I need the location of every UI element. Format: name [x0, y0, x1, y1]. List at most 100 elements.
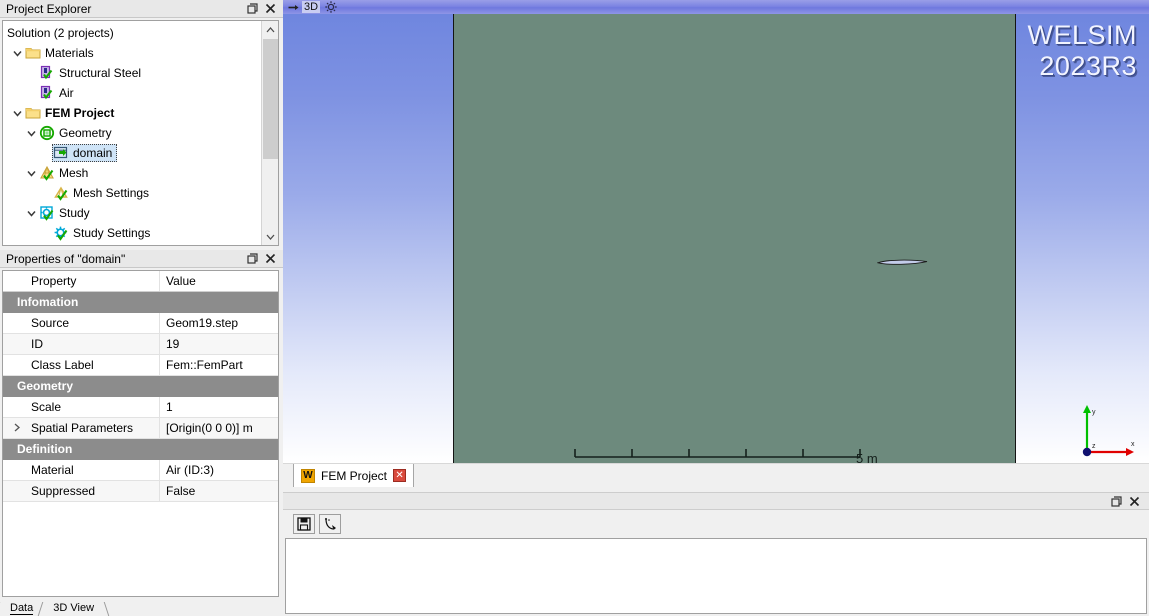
welsim-logo-icon: W [301, 468, 315, 483]
properties-group-label: Definition [3, 438, 278, 460]
properties-row[interactable]: Material Air (ID:3) [3, 459, 278, 481]
chevron-down-icon[interactable] [23, 205, 39, 221]
geometry-icon [39, 125, 55, 141]
properties-row-name: Scale [25, 396, 160, 418]
properties-row[interactable]: Class Label Fem::FemPart [3, 354, 278, 376]
tree-item-label: Study [59, 206, 90, 220]
properties-row[interactable]: Source Geom19.step [3, 312, 278, 334]
properties-row[interactable]: Suppressed False [3, 480, 278, 502]
properties-row-name: Material [25, 459, 160, 481]
tree-item-content[interactable]: Air [39, 85, 74, 101]
chevron-down-icon[interactable] [23, 165, 39, 181]
properties-row-value: Fem::FemPart [159, 354, 278, 376]
project-tree[interactable]: Solution (2 projects) Materials Structural… [3, 21, 261, 245]
pin-icon[interactable] [287, 1, 300, 13]
tree-item-structural-steel[interactable]: Structural Steel [3, 63, 261, 83]
tree-item-label: Air [59, 86, 74, 100]
tree-item-label: Mesh Settings [73, 186, 150, 200]
watermark-version: 2023R3 [1039, 51, 1137, 81]
close-icon[interactable] [261, 251, 279, 267]
3d-viewport[interactable]: WELSIM 2023R3 5 m x y z [283, 14, 1149, 463]
tree-item-content[interactable]: Mesh [39, 165, 88, 181]
material-icon [39, 65, 55, 81]
properties-row-value: [Origin(0 0 0)] m [159, 417, 278, 439]
project-tree-scrollbar[interactable] [261, 21, 278, 245]
tree-item-solution-2-projects[interactable]: Solution (2 projects) [3, 23, 261, 43]
tree-item-study-settings[interactable]: Study Settings [3, 223, 261, 243]
properties-row-name: Suppressed [25, 480, 160, 502]
scrollbar-thumb[interactable] [263, 39, 278, 159]
properties-row[interactable]: Spatial Parameters [Origin(0 0 0)] m [3, 417, 278, 439]
tree-item-materials[interactable]: Materials [3, 43, 261, 63]
left-tab-data[interactable]: Data [0, 602, 44, 616]
scroll-up-icon[interactable] [262, 21, 278, 38]
project-tab-strip: W FEM Project ✕ [283, 463, 1149, 488]
tree-item-content[interactable]: domain [52, 144, 118, 162]
tree-item-content[interactable]: FEM Project [25, 105, 114, 121]
chevron-down-icon[interactable] [9, 105, 25, 121]
left-panel-tabs: Data 3D View [0, 602, 283, 616]
left-dock-column: Project Explorer Solution (2 projects) Ma… [0, 0, 283, 616]
properties-group-label: Geometry [3, 375, 278, 397]
scroll-down-icon[interactable] [262, 228, 278, 245]
project-tab-fem-project[interactable]: W FEM Project ✕ [293, 464, 415, 488]
tree-item-label: Mesh [59, 166, 89, 180]
z-axis-origin [1082, 447, 1092, 457]
folder-icon [25, 45, 41, 61]
chevron-down-icon[interactable] [23, 125, 39, 141]
tree-item-domain[interactable]: domain [3, 143, 261, 163]
properties-expand-cell [3, 459, 25, 481]
z-axis-label: z [1092, 443, 1096, 450]
tree-item-label: FEM Project [45, 106, 115, 120]
tree-item-fem-project[interactable]: FEM Project [3, 103, 261, 123]
properties-row-name: Spatial Parameters [25, 417, 160, 439]
tree-item-air[interactable]: Air [3, 83, 261, 103]
properties-expand-cell [3, 312, 25, 334]
chevron-down-icon[interactable] [9, 45, 25, 61]
tree-item-content[interactable]: Study [39, 205, 90, 221]
properties-row[interactable]: ID 19 [3, 333, 278, 355]
tree-item-content[interactable]: Structural Steel [39, 65, 141, 81]
chevron-right-icon[interactable] [3, 417, 25, 439]
model-domain-face[interactable] [453, 14, 1016, 463]
close-icon[interactable] [261, 1, 279, 17]
properties-row-value: Geom19.step [159, 312, 278, 334]
tree-item-mesh-settings[interactable]: Mesh Settings [3, 183, 261, 203]
properties-panel: Properties of "domain" Property Value Info… [0, 250, 283, 602]
properties-header-value: Value [159, 271, 278, 292]
view-settings-icon[interactable] [323, 1, 338, 14]
properties-row[interactable]: Scale 1 [3, 396, 278, 418]
tree-item-mesh[interactable]: Mesh [3, 163, 261, 183]
tree-item-content[interactable]: Study Settings [53, 225, 150, 241]
restore-icon[interactable] [243, 1, 261, 17]
properties-expand-cell [3, 333, 25, 355]
properties-row-value: 19 [159, 333, 278, 355]
clear-icon[interactable] [319, 514, 341, 534]
left-tab-3d-view[interactable]: 3D View [43, 602, 105, 616]
tree-item-geometry[interactable]: Geometry [3, 123, 261, 143]
folder-icon [25, 105, 41, 121]
tree-item-content[interactable]: Geometry [39, 125, 112, 141]
welsim-main-window: Project Explorer Solution (2 projects) Ma… [0, 0, 1149, 616]
restore-icon[interactable] [243, 251, 261, 267]
study-settings-icon [53, 225, 69, 241]
mesh-icon [39, 165, 55, 181]
properties-group-row: Geometry [3, 375, 278, 397]
tree-item-content[interactable]: Solution (2 projects) [7, 25, 114, 41]
tree-item-study[interactable]: Study [3, 203, 261, 223]
left-tab-label: 3D View [53, 602, 95, 614]
close-icon[interactable]: ✕ [393, 469, 407, 482]
tree-item-content[interactable]: Materials [25, 45, 94, 61]
scale-bar [573, 444, 863, 463]
tree-item-content[interactable]: Mesh Settings [53, 185, 149, 201]
close-icon[interactable] [1125, 493, 1143, 509]
scale-bar-label: 5 m [856, 451, 878, 463]
restore-icon[interactable] [1107, 493, 1125, 509]
output-text-area[interactable] [285, 538, 1147, 614]
project-tab-label: FEM Project [321, 468, 388, 483]
save-icon[interactable] [293, 514, 315, 534]
geometry-body[interactable] [876, 256, 929, 265]
